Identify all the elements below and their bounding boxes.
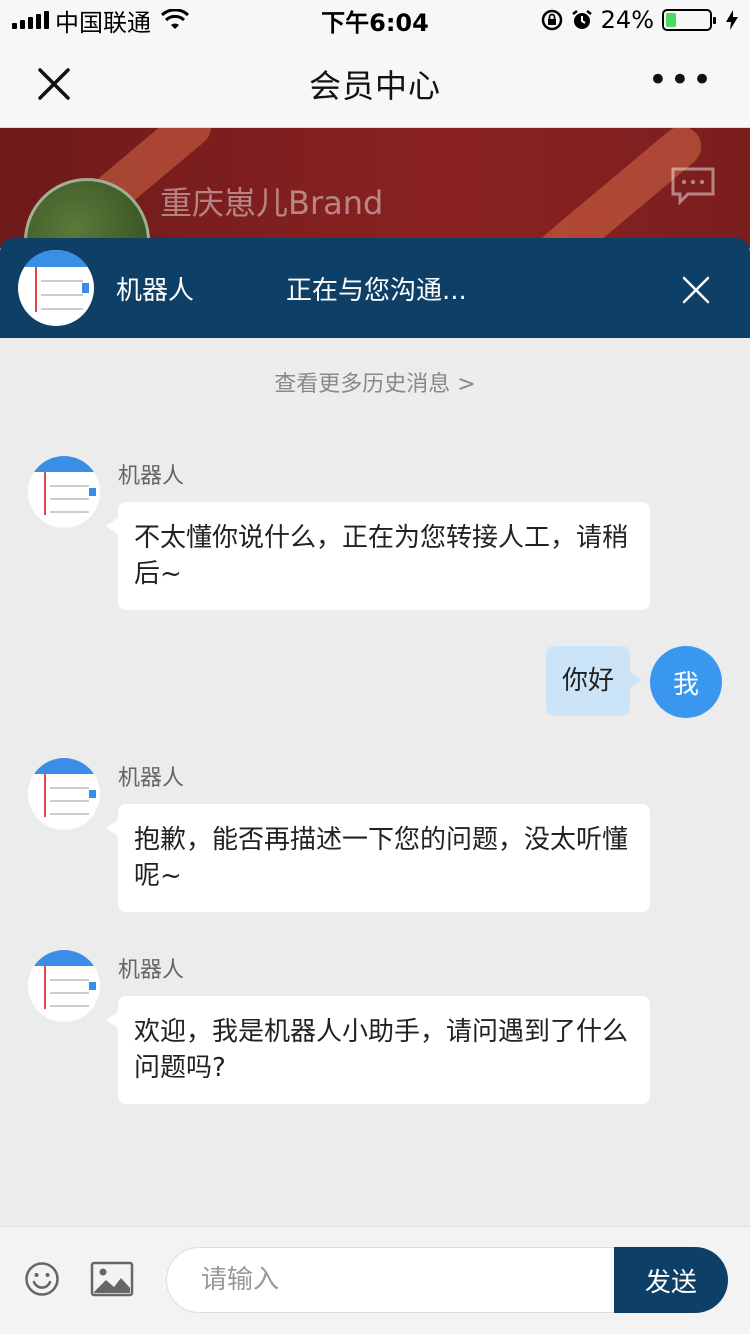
message-bubble: 不太懂你说什么，正在为您转接人工，请稍后~ [106, 502, 650, 610]
nav-bar: 会员中心 ••• [0, 40, 750, 128]
wifi-icon [161, 9, 189, 29]
signal-icon [12, 11, 49, 29]
status-bar: 中国联通 下午6:04 24% [0, 0, 750, 40]
message-bubble: 欢迎，我是机器人小助手，请问遇到了什么问题吗? [106, 996, 650, 1104]
alarm-icon [571, 10, 592, 29]
profile-header: 重庆崽儿Brand [0, 128, 750, 248]
profile-name: 重庆崽儿Brand [160, 184, 384, 222]
sender-name: 机器人 [118, 464, 185, 489]
chat-bot-name: 机器人 [116, 275, 195, 306]
close-icon[interactable] [36, 66, 72, 102]
page-title: 会员中心 [308, 66, 441, 105]
send-button[interactable]: 发送 [614, 1247, 728, 1313]
carrier-label: 中国联通 [55, 8, 151, 37]
message-input[interactable] [166, 1247, 626, 1313]
charging-icon [726, 10, 738, 30]
user-avatar: 我 [650, 646, 722, 718]
sender-name: 机器人 [118, 766, 185, 791]
bot-avatar [28, 456, 100, 528]
bot-avatar [28, 950, 100, 1022]
bot-avatar [28, 758, 100, 830]
input-bar: 发送 [0, 1226, 750, 1334]
close-chat-icon[interactable] [682, 276, 710, 304]
orientation-lock-icon [541, 9, 562, 31]
message-bubble: 你好 [545, 646, 643, 716]
message-bubble: 抱歉，能否再描述一下您的问题，没太听懂呢~ [106, 804, 650, 912]
message-icon[interactable] [670, 166, 716, 206]
battery-icon [662, 9, 716, 31]
history-link[interactable]: 查看更多历史消息 > [0, 366, 750, 398]
bot-avatar [18, 250, 94, 326]
more-icon[interactable]: ••• [648, 63, 714, 97]
image-icon[interactable] [90, 1261, 134, 1297]
sender-name: 机器人 [118, 958, 185, 983]
chat-status: 正在与您沟通... [286, 275, 467, 306]
chat-header: 机器人 正在与您沟通... [0, 238, 750, 338]
emoji-icon[interactable] [24, 1261, 60, 1297]
battery-percent: 24% [600, 6, 654, 34]
